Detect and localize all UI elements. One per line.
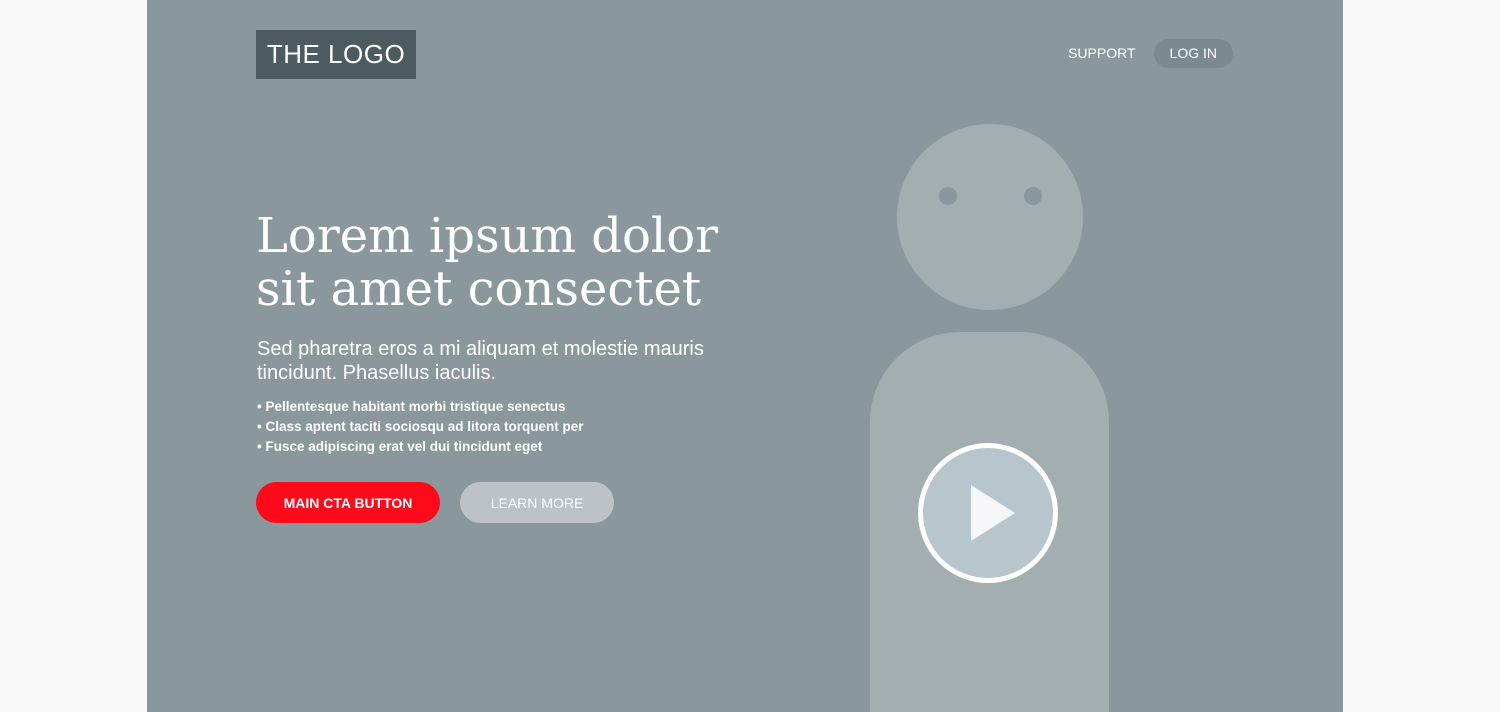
left-eye (939, 187, 957, 205)
logo[interactable]: THE LOGO (256, 30, 416, 79)
list-item: Class aptent taciti sociosqu ad litora t… (257, 417, 583, 437)
hero-section: THE LOGO SUPPORT LOG IN Lorem ipsum dolo… (147, 0, 1343, 712)
learn-more-button[interactable]: LEARN MORE (460, 482, 614, 523)
headline-line-2: sit amet consectet (256, 261, 702, 317)
nav-support-link[interactable]: SUPPORT (1060, 39, 1143, 68)
feature-list: Pellentesque habitant morbi tristique se… (257, 397, 584, 457)
hero-headline: Lorem ipsum dolor sit amet consectet (256, 210, 756, 316)
top-nav: SUPPORT LOG IN (1060, 39, 1233, 68)
video-play-button[interactable] (918, 443, 1058, 583)
main-cta-button[interactable]: MAIN CTA BUTTON (256, 482, 440, 523)
play-icon (971, 485, 1015, 541)
right-eye (1024, 187, 1042, 205)
person-placeholder-icon (897, 124, 1083, 310)
login-button[interactable]: LOG IN (1153, 39, 1233, 68)
headline-line-1: Lorem ipsum dolor (256, 208, 719, 264)
hero-subtitle: Sed pharetra eros a mi aliquam et molest… (257, 338, 704, 384)
list-item: Fusce adipiscing erat vel dui tincidunt … (257, 437, 584, 457)
list-item: Pellentesque habitant morbi tristique se… (257, 397, 584, 417)
